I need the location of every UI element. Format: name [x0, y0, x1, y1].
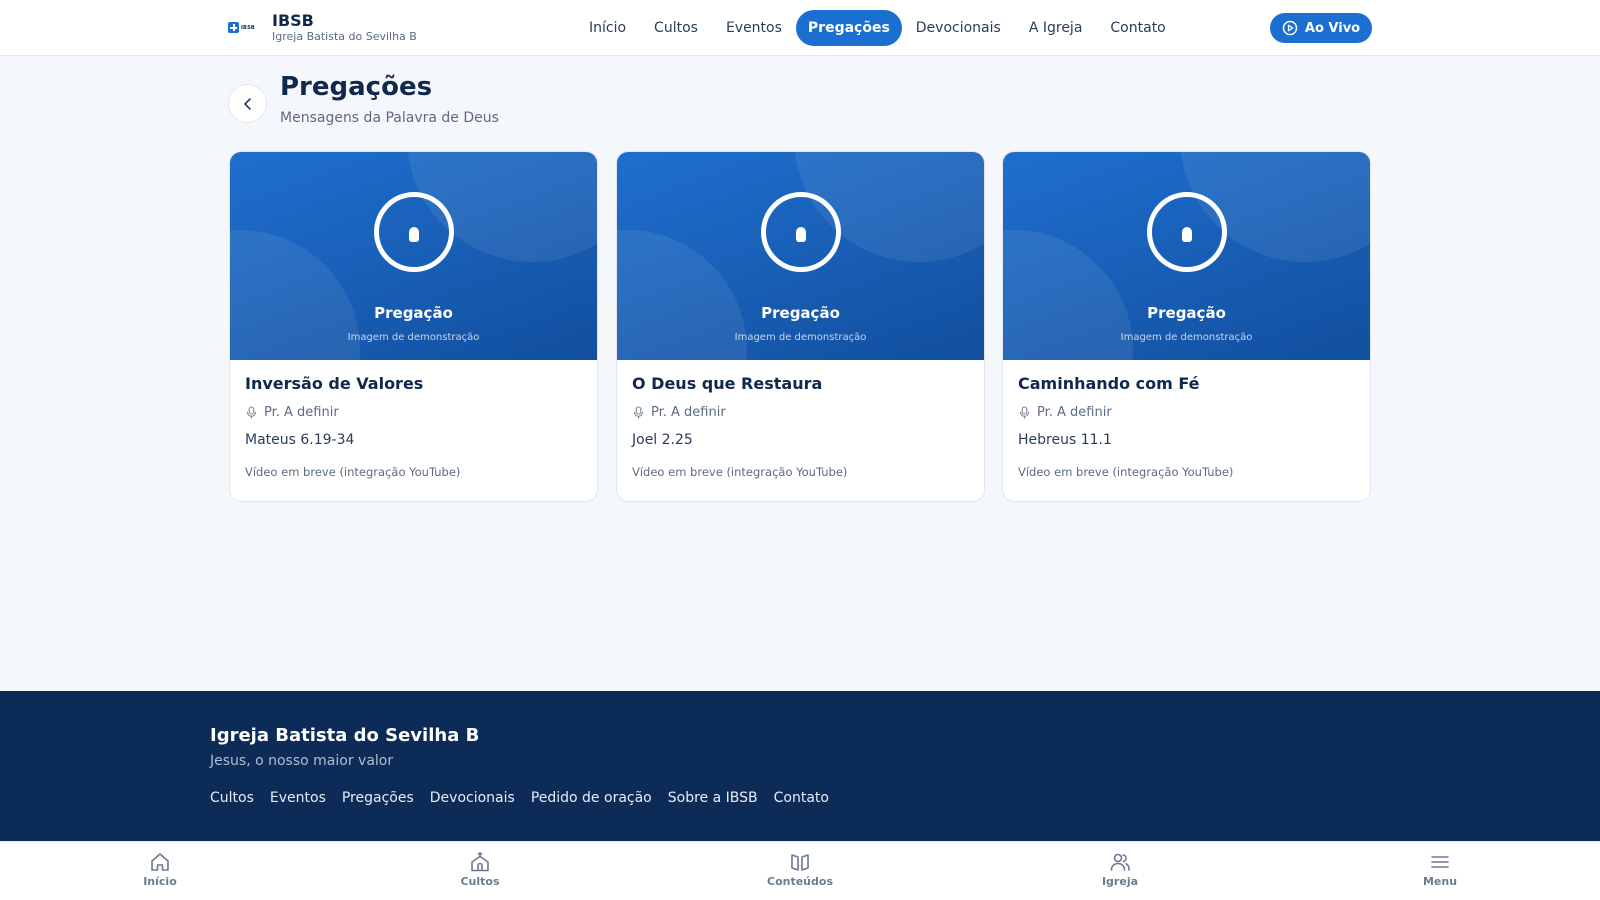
play-circle-icon: [1282, 20, 1298, 36]
nav-item-contato[interactable]: Contato: [1096, 10, 1179, 46]
footer-tagline: Jesus, o nosso maior valor: [210, 753, 394, 769]
tab-cultos[interactable]: Cultos: [420, 851, 540, 888]
tab-igreja[interactable]: Igreja: [1060, 851, 1180, 888]
tab-inicio[interactable]: Início: [100, 851, 220, 888]
thumbnail-label: Pregação: [374, 304, 453, 322]
church-icon: [471, 851, 489, 872]
mic-icon: [1019, 406, 1030, 419]
footer-link-cultos[interactable]: Cultos: [210, 790, 254, 806]
footer-link-devocionais[interactable]: Devocionais: [430, 790, 515, 806]
menu-icon: [1431, 856, 1449, 868]
sermon-card[interactable]: Pregação Imagem de demonstração Caminhan…: [1002, 151, 1371, 502]
footer-link-sobre[interactable]: Sobre a IBSB: [668, 790, 758, 806]
video-note: Vídeo em breve (integração YouTube): [1018, 465, 1234, 479]
footer-links: Cultos Eventos Pregações Devocionais Ped…: [210, 790, 829, 806]
bible-reference: Joel 2.25: [632, 432, 693, 448]
video-note: Vídeo em breve (integração YouTube): [632, 465, 848, 479]
sermon-preacher: Pr. A definir: [245, 405, 582, 420]
logo-text: IBSB: [241, 24, 255, 31]
home-icon: [151, 853, 169, 871]
sermon-title: Inversão de Valores: [245, 374, 424, 393]
nav-item-eventos[interactable]: Eventos: [712, 10, 796, 46]
sermon-title: Caminhando com Fé: [1018, 374, 1200, 393]
church-logo: IBSB: [228, 21, 262, 35]
thumbnail-demo-note: Imagem de demonstração: [1120, 332, 1253, 343]
sermon-preacher: Pr. A definir: [632, 405, 969, 420]
brand-subtitle: Igreja Batista do Sevilha B: [272, 30, 417, 43]
tab-menu[interactable]: Menu: [1380, 851, 1500, 888]
microphone-icon: [1146, 192, 1227, 272]
footer-link-eventos[interactable]: Eventos: [270, 790, 326, 806]
sermon-thumbnail: Pregação Imagem de demonstração: [230, 152, 597, 360]
nav-item-cultos[interactable]: Cultos: [640, 10, 712, 46]
book-icon: [791, 854, 809, 871]
microphone-icon: [373, 192, 454, 272]
brand[interactable]: IBSB IBSB Igreja Batista do Sevilha B: [228, 12, 417, 43]
video-note: Vídeo em breve (integração YouTube): [245, 465, 461, 479]
back-button[interactable]: [228, 84, 267, 123]
sermon-thumbnail: Pregação Imagem de demonstração: [617, 152, 984, 360]
top-navigation-bar: IBSB IBSB Igreja Batista do Sevilha B In…: [0, 0, 1600, 56]
footer-link-pedido-de-oracao[interactable]: Pedido de oração: [531, 790, 652, 806]
page-title: Pregações: [280, 72, 433, 102]
thumbnail-demo-note: Imagem de demonstração: [734, 332, 867, 343]
footer-title: Igreja Batista do Sevilha B: [210, 725, 480, 746]
footer-link-contato[interactable]: Contato: [774, 790, 829, 806]
nav-item-devocionais[interactable]: Devocionais: [902, 10, 1015, 46]
preacher-name: Pr. A definir: [651, 405, 726, 420]
nav-item-a-igreja[interactable]: A Igreja: [1015, 10, 1097, 46]
sermon-card[interactable]: Pregação Imagem de demonstração Inversão…: [229, 151, 598, 502]
page-subtitle: Mensagens da Palavra de Deus: [280, 110, 499, 126]
sermon-title: O Deus que Restaura: [632, 374, 823, 393]
microphone-icon: [760, 192, 841, 272]
live-button[interactable]: Ao Vivo: [1270, 13, 1372, 43]
sermon-preacher: Pr. A definir: [1018, 405, 1355, 420]
nav-item-inicio[interactable]: Início: [577, 10, 640, 46]
brand-name: IBSB: [272, 11, 314, 30]
bible-reference: Mateus 6.19-34: [245, 432, 355, 448]
tab-conteudos[interactable]: Conteúdos: [740, 851, 860, 888]
sermon-thumbnail: Pregação Imagem de demonstração: [1003, 152, 1370, 360]
preacher-name: Pr. A definir: [1037, 405, 1112, 420]
sermon-card[interactable]: Pregação Imagem de demonstração O Deus q…: [616, 151, 985, 502]
nav-item-pregacoes[interactable]: Pregações: [795, 10, 902, 46]
thumbnail-demo-note: Imagem de demonstração: [347, 332, 480, 343]
main-nav: Início Cultos Eventos Pregações Devocion…: [577, 10, 1180, 46]
bible-reference: Hebreus 11.1: [1018, 432, 1112, 448]
chevron-left-icon: [243, 97, 251, 110]
thumbnail-label: Pregação: [761, 304, 840, 322]
live-button-label: Ao Vivo: [1304, 20, 1361, 36]
site-footer: Igreja Batista do Sevilha B Jesus, o nos…: [0, 691, 1600, 841]
cross-icon: [228, 22, 239, 33]
people-icon: [1110, 853, 1130, 871]
mic-icon: [633, 406, 644, 419]
preacher-name: Pr. A definir: [264, 405, 339, 420]
mic-icon: [246, 406, 257, 419]
footer-link-pregacoes[interactable]: Pregações: [342, 790, 414, 806]
bottom-tab-bar: Início Cultos Conteúdos Igreja Menu: [0, 841, 1600, 900]
thumbnail-label: Pregação: [1147, 304, 1226, 322]
